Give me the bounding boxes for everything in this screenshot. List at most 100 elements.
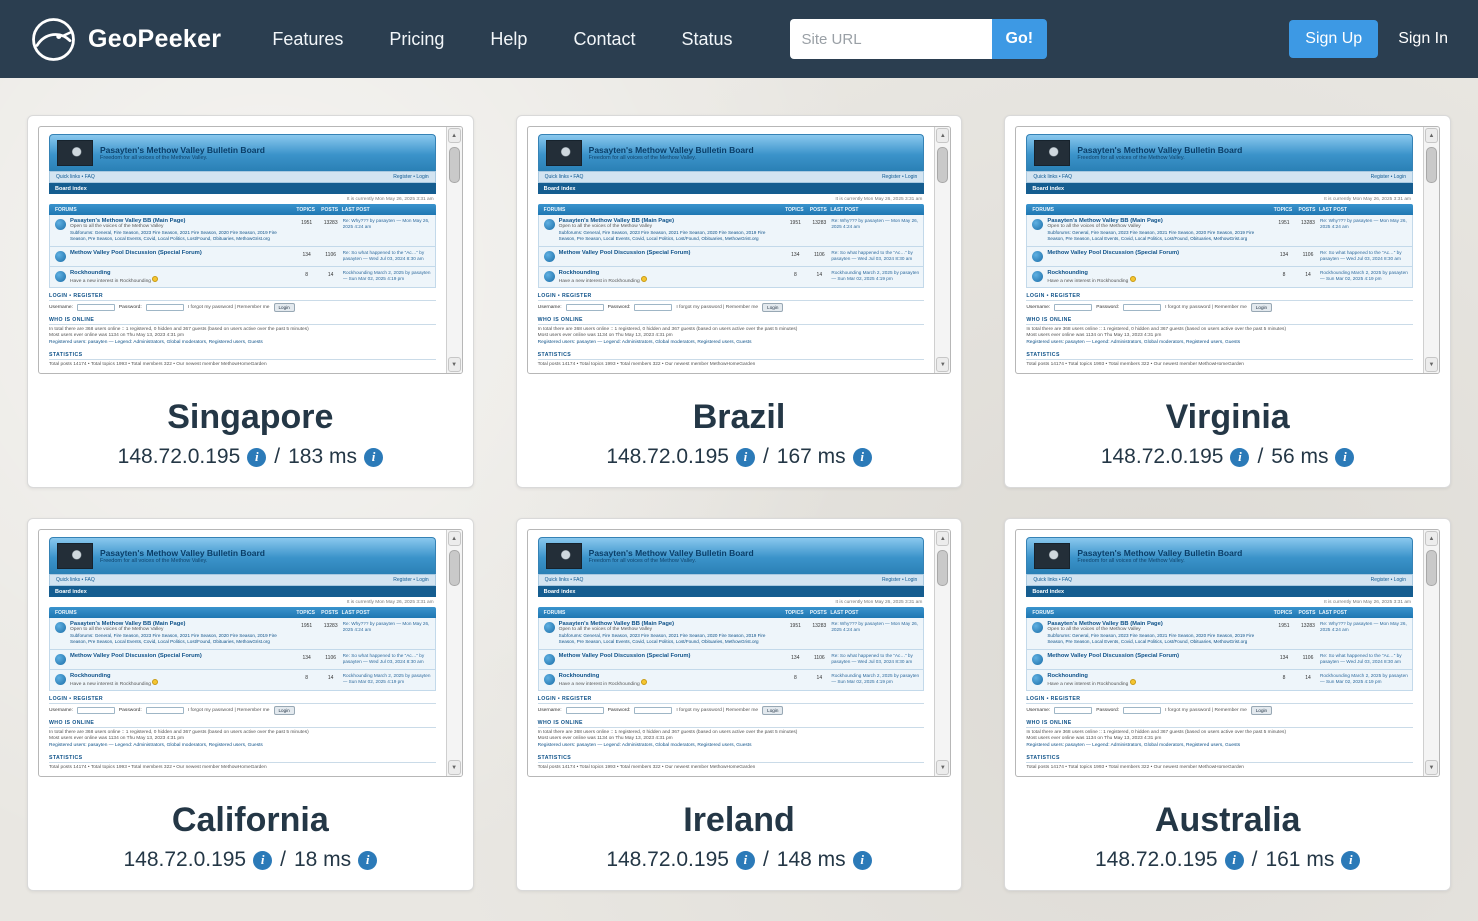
signup-button[interactable]: Sign Up — [1289, 20, 1379, 58]
latency-info-icon[interactable]: i — [364, 447, 383, 467]
preview-scrollbar[interactable]: ▲ ▼ — [934, 127, 951, 373]
latency-info-icon[interactable]: i — [852, 447, 872, 467]
ip-info-icon[interactable]: i — [1230, 447, 1250, 467]
col-forums: FORUMS — [55, 206, 77, 213]
scroll-down-icon[interactable]: ▼ — [936, 760, 950, 775]
username-input — [565, 706, 604, 714]
site-preview[interactable]: Pasayten's Methow Valley Bulletin Board … — [38, 126, 463, 374]
topics-count: 8 — [793, 271, 797, 278]
scrollbar-thumb[interactable] — [448, 147, 460, 183]
site-url-search: Go! — [789, 19, 1048, 59]
forum-desc: Open to all the voices of the Methow Val… — [1047, 627, 1141, 632]
scrollbar-thumb[interactable] — [1425, 550, 1437, 586]
scrollbar-thumb[interactable] — [937, 550, 949, 586]
forum-header-text: Pasayten's Methow Valley Bulletin Board … — [100, 548, 265, 565]
brand[interactable]: GeoPeeker — [30, 16, 221, 63]
password-label: Password: — [1096, 707, 1120, 713]
scroll-down-icon[interactable]: ▼ — [447, 357, 461, 372]
forum-header: Pasayten's Methow Valley Bulletin Board … — [537, 537, 925, 574]
nav-link-pricing[interactable]: Pricing — [366, 17, 467, 62]
ip-info-icon[interactable]: i — [247, 447, 267, 467]
scrollbar-thumb[interactable] — [1425, 147, 1437, 183]
scrollbar-track[interactable] — [1425, 144, 1438, 356]
site-url-input[interactable] — [789, 19, 992, 59]
forum-row-main: Pasayten's Methow Valley BB (Main Page) … — [49, 215, 436, 247]
col-topics: TOPICS — [1273, 609, 1293, 616]
forum-logo-image — [545, 543, 582, 569]
latency-info-icon[interactable]: i — [358, 850, 378, 870]
go-button[interactable]: Go! — [991, 19, 1048, 59]
latency-info-icon[interactable]: i — [1341, 850, 1361, 870]
forum-board-index-bar: Board index — [537, 586, 925, 597]
topics-count: 8 — [305, 674, 309, 681]
ip-info-icon[interactable]: i — [253, 850, 273, 870]
ip-info-icon[interactable]: i — [1224, 850, 1244, 870]
forum-subforums: Subforums: General, Fire Season, 2023 Fi… — [558, 230, 766, 242]
last-post: Re: Why??? by pasayten — Mon May 26, 202… — [342, 621, 430, 633]
scroll-up-icon[interactable]: ▲ — [936, 128, 950, 143]
nav-link-contact[interactable]: Contact — [550, 17, 658, 62]
forum-quick-links: Quick links • FAQ — [56, 577, 95, 583]
scrollbar-track[interactable] — [936, 547, 949, 759]
scrollbar-thumb[interactable] — [448, 550, 460, 586]
nav-link-status[interactable]: Status — [659, 17, 756, 62]
forum-topic-icon — [1032, 673, 1044, 685]
scroll-down-icon[interactable]: ▼ — [447, 760, 461, 775]
preview-scrollbar[interactable]: ▲ ▼ — [1422, 530, 1439, 776]
forum-row-pool: Methow Valley Pool Discussion (Special F… — [49, 246, 436, 267]
scroll-up-icon[interactable]: ▲ — [1424, 128, 1438, 143]
forum-quicklinks-bar: Quick links • FAQ Register • Login — [1026, 574, 1413, 586]
scrollbar-track[interactable] — [936, 144, 949, 356]
who-is-online-section: WHO IS ONLINE In total there are 368 use… — [49, 720, 436, 750]
smiley-icon — [641, 275, 648, 282]
forum-table-header: FORUMS TOPICS POSTS LAST POST — [1026, 204, 1413, 215]
ip-info-icon[interactable]: i — [735, 850, 755, 870]
signin-link[interactable]: Sign In — [1398, 30, 1448, 48]
scrollbar-track[interactable] — [1425, 547, 1438, 759]
scroll-up-icon[interactable]: ▲ — [1424, 531, 1438, 546]
preview-scrollbar[interactable]: ▲ ▼ — [934, 530, 951, 776]
forum-row-text: Rockhounding Have a new interest in Rock… — [559, 673, 784, 687]
forum-login-button: Login — [1250, 705, 1273, 715]
ip-info-icon[interactable]: i — [735, 447, 755, 467]
forum-current-time: It is currently Mon May 26, 2025 3:31 am — [346, 600, 434, 605]
scroll-up-icon[interactable]: ▲ — [936, 531, 950, 546]
forum-title: Pasayten's Methow Valley Bulletin Board — [588, 547, 754, 558]
scroll-down-icon[interactable]: ▼ — [1424, 760, 1438, 775]
forum-desc: Open to all the voices of the Methow Val… — [558, 224, 653, 229]
scroll-down-icon[interactable]: ▼ — [936, 357, 950, 372]
site-preview[interactable]: Pasayten's Methow Valley Bulletin Board … — [1015, 529, 1440, 777]
preview-scrollbar[interactable]: ▲ ▼ — [1422, 127, 1439, 373]
latency-info-icon[interactable]: i — [852, 850, 872, 870]
forum-link: Methow Valley Pool Discussion (Special F… — [558, 249, 691, 256]
site-preview[interactable]: Pasayten's Methow Valley Bulletin Board … — [526, 529, 952, 777]
preview-scrollbar[interactable]: ▲ ▼ — [445, 127, 462, 373]
nav-link-help[interactable]: Help — [467, 17, 550, 62]
forum-row-pool: Methow Valley Pool Discussion (Special F… — [1026, 649, 1413, 670]
scroll-up-icon[interactable]: ▲ — [447, 128, 461, 143]
statistics-title: STATISTICS — [49, 352, 436, 360]
forum-register-login: Register • Login — [393, 577, 429, 583]
login-register-label: LOGIN • REGISTER — [49, 696, 436, 704]
scrollbar-track[interactable] — [448, 144, 461, 356]
forum-register-login: Register • Login — [393, 174, 429, 180]
site-preview[interactable]: Pasayten's Methow Valley Bulletin Board … — [38, 529, 463, 777]
forum-row-rockhounding: Rockhounding Have a new interest in Rock… — [1026, 669, 1413, 691]
posts-count: 14 — [327, 674, 334, 681]
scrollbar-track[interactable] — [448, 547, 461, 759]
preview-scrollbar[interactable]: ▲ ▼ — [445, 530, 462, 776]
scrollbar-thumb[interactable] — [937, 147, 949, 183]
username-input — [76, 303, 115, 311]
latency-info-icon[interactable]: i — [1335, 447, 1355, 467]
region-card-singapore: Pasayten's Methow Valley Bulletin Board … — [27, 115, 474, 488]
forum-link: Methow Valley Pool Discussion (Special F… — [1047, 652, 1180, 659]
forum-header: Pasayten's Methow Valley Bulletin Board … — [537, 134, 925, 171]
username-label: Username: — [1026, 304, 1051, 310]
ip-address: 148.72.0.195 — [606, 445, 729, 468]
who-is-online-section: WHO IS ONLINE In total there are 368 use… — [1026, 317, 1413, 347]
scroll-down-icon[interactable]: ▼ — [1424, 357, 1438, 372]
scroll-up-icon[interactable]: ▲ — [447, 531, 461, 546]
nav-link-features[interactable]: Features — [249, 17, 366, 62]
site-preview[interactable]: Pasayten's Methow Valley Bulletin Board … — [526, 126, 952, 374]
site-preview[interactable]: Pasayten's Methow Valley Bulletin Board … — [1015, 126, 1440, 374]
